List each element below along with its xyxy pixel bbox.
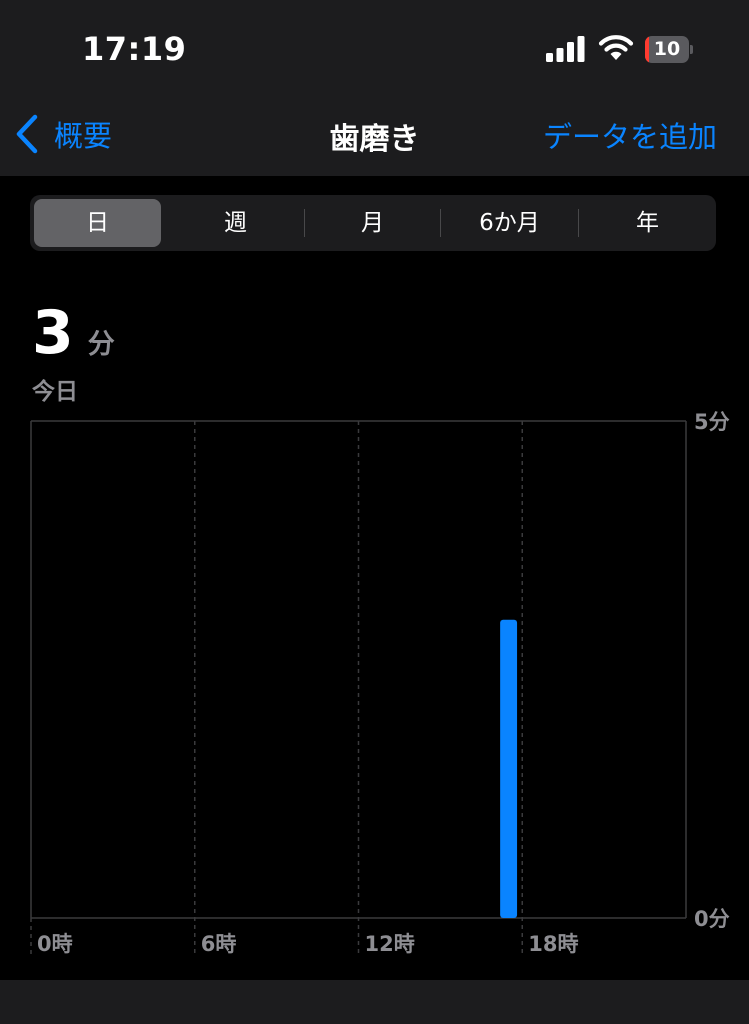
add-data-button[interactable]: データを追加 xyxy=(543,114,717,156)
x-tick-label: 6時 xyxy=(201,932,237,956)
tab-day[interactable]: 日 xyxy=(34,199,161,247)
chart-bar xyxy=(500,619,518,918)
battery-icon: 10 xyxy=(645,36,693,63)
cellular-signal-icon xyxy=(546,36,585,62)
bottom-bar xyxy=(0,980,749,1024)
toothbrushing-chart[interactable]: 0時 6時 12時 18時 0分 5分 xyxy=(0,400,749,980)
tab-year[interactable]: 年 xyxy=(579,195,716,251)
tab-six-months[interactable]: 6か月 xyxy=(441,195,578,251)
y-tick-label: 0分 xyxy=(694,907,730,931)
daily-total: 3 分 xyxy=(32,298,115,368)
battery-level-text: 10 xyxy=(653,38,681,60)
x-tick-label: 12時 xyxy=(365,932,415,956)
status-bar: 17:19 10 xyxy=(0,0,749,100)
y-tick-label: 5分 xyxy=(694,410,730,434)
total-value: 3 xyxy=(32,298,74,368)
x-tick-label: 0時 xyxy=(37,932,73,956)
navigation-bar: 概要 歯磨き データを追加 xyxy=(0,100,749,176)
back-button-label: 概要 xyxy=(54,119,113,153)
wifi-icon xyxy=(598,35,634,60)
back-button[interactable]: 概要 xyxy=(14,112,112,156)
status-time: 17:19 xyxy=(82,30,187,68)
tab-week[interactable]: 週 xyxy=(167,195,304,251)
range-segmented-control: 日 週 月 6か月 年 xyxy=(30,195,716,251)
x-tick-label: 18時 xyxy=(528,932,578,956)
chevron-left-icon xyxy=(16,114,38,154)
total-unit: 分 xyxy=(87,329,115,360)
tab-month[interactable]: 月 xyxy=(305,195,440,251)
